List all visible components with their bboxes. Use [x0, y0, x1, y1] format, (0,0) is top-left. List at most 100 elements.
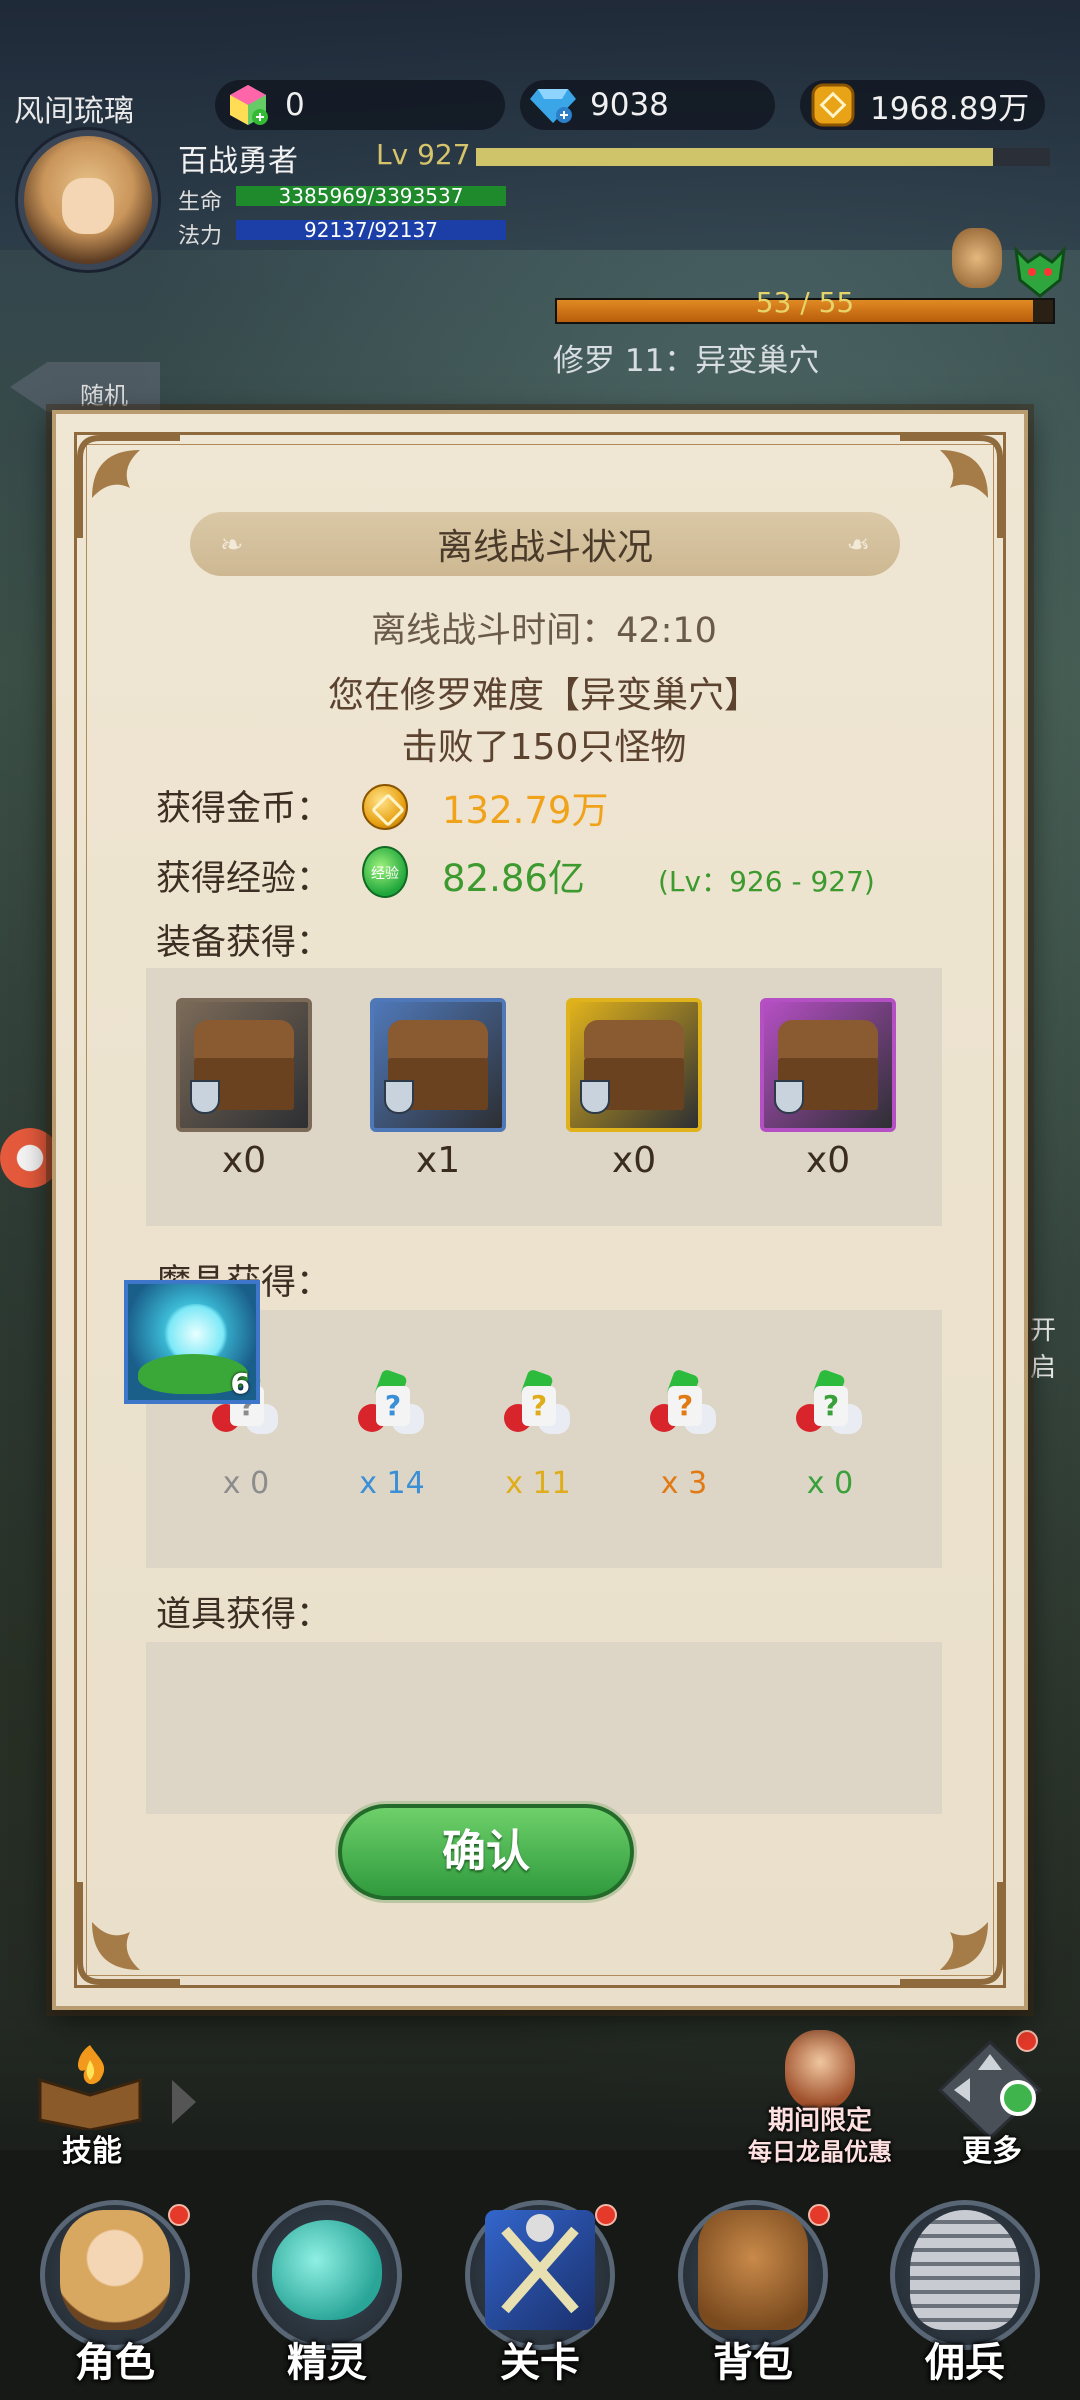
exp-reward-label: 获得经验： — [156, 859, 332, 899]
side-open-label[interactable]: 开启 — [1030, 1310, 1080, 1384]
corner-ornament-icon — [70, 428, 190, 548]
nav-merc-label: 佣兵 — [925, 2340, 1005, 2386]
defeat-desc-line2: 击败了150只怪物 — [401, 727, 687, 768]
treasure-chest-icon[interactable] — [760, 998, 896, 1132]
shield-icon — [580, 1080, 610, 1114]
corner-ornament-icon — [890, 1872, 1010, 1992]
mp-label: 法力 — [178, 224, 223, 249]
title-right-ornament-icon: ❧ — [846, 528, 870, 561]
crystal-count: x 14 — [359, 1466, 425, 1501]
diamond-icon — [530, 82, 576, 128]
treasure-chest-icon[interactable] — [566, 998, 702, 1132]
title-left-ornament-icon: ❧ — [220, 528, 244, 561]
role-notify-dot — [168, 2204, 190, 2226]
gold-resource[interactable]: 1968.89万 — [800, 80, 1045, 130]
nav-stage-label: 关卡 — [500, 2340, 580, 2386]
knight-helmet-icon — [910, 2210, 1020, 2330]
equip-reward-label: 装备获得： — [156, 923, 332, 963]
shield-icon — [774, 1080, 804, 1114]
random-back-tab[interactable]: 随机 — [10, 362, 160, 412]
chest-lid — [388, 1020, 488, 1060]
question-mark-icon: ? — [814, 1386, 848, 1426]
limited-label-2: 每日龙晶优惠 — [748, 2138, 892, 2166]
diamond-value: 9038 — [590, 87, 669, 123]
question-mark-icon: ? — [376, 1386, 410, 1426]
item-count: 6 — [230, 1367, 250, 1400]
item-panel — [146, 1642, 942, 1814]
player-avatar[interactable] — [18, 130, 158, 270]
mp-bar: 92137/92137 — [236, 220, 506, 240]
crystal-count: x 11 — [505, 1466, 571, 1501]
defeat-desc-line1: 您在修罗难度【异变巢穴】 — [327, 675, 760, 716]
chest-count: x0 — [611, 1140, 657, 1181]
side-event-icon[interactable] — [0, 1128, 60, 1188]
rainbow-gem-icon — [225, 82, 271, 128]
stage-progress-text: 53 / 55 — [755, 286, 855, 319]
offline-battle-dialog: ❧ 离线战斗状况 ❧ 离线战斗时间：42:10 您在修罗难度【异变巢穴】 击败了… — [52, 410, 1028, 2010]
nav-bag[interactable]: 背包 — [658, 2190, 848, 2400]
bag-notify-dot — [808, 2204, 830, 2226]
player-title: 百战勇者 — [178, 144, 298, 179]
item-reward-label: 道具获得： — [156, 1595, 332, 1635]
skill-label: 技能 — [62, 2134, 122, 2169]
role-portrait-icon — [60, 2210, 170, 2330]
hero-mini-icon — [952, 228, 1002, 288]
gold-reward-label: 获得金币： — [156, 789, 332, 829]
chest-lid — [584, 1020, 684, 1060]
shield-icon — [190, 1080, 220, 1114]
stage-notify-dot — [595, 2204, 617, 2226]
corner-ornament-icon — [890, 428, 1010, 548]
crystal-resource[interactable]: 0 — [215, 80, 505, 130]
confirm-button[interactable]: 确认 — [338, 1804, 634, 1900]
crystal-count: x 0 — [222, 1466, 270, 1501]
magic-crystal-icon[interactable]: ? — [498, 1368, 578, 1450]
magic-crystal-icon[interactable]: ? — [790, 1368, 870, 1450]
exp-orb-icon: 经验 — [362, 846, 408, 898]
nav-role-label: 角色 — [75, 2340, 155, 2386]
level-progress-bar — [476, 148, 1050, 166]
heroine-portrait-icon — [785, 2030, 855, 2110]
question-mark-icon: ? — [522, 1386, 556, 1426]
magic-crystal-icon[interactable]: ? — [644, 1368, 724, 1450]
crystal-value: 0 — [285, 87, 305, 123]
nav-merc[interactable]: 佣兵 — [870, 2190, 1060, 2400]
magic-crystal-icon[interactable]: ? — [352, 1368, 432, 1450]
treasure-chest-icon[interactable] — [370, 998, 506, 1132]
hp-label: 生命 — [178, 190, 223, 215]
level-progress-fill — [476, 148, 993, 166]
corner-ornament-icon — [70, 1872, 190, 1992]
crossed-swords-icon — [485, 2210, 595, 2330]
nav-bag-label: 背包 — [713, 2340, 793, 2386]
nav-spirit[interactable]: 精灵 — [232, 2190, 422, 2400]
offline-time: 离线战斗时间：42:10 — [371, 611, 717, 651]
dialog-title-bar: ❧ 离线战斗状况 ❧ — [190, 512, 900, 576]
chest-count: x0 — [221, 1140, 267, 1181]
potion-item-slot[interactable]: 6 — [124, 1280, 260, 1404]
shield-icon — [384, 1080, 414, 1114]
question-mark-icon: ? — [668, 1386, 702, 1426]
gold-coin-icon — [810, 82, 856, 128]
stage-name: 修罗 11：异变巢穴 — [553, 343, 820, 379]
gold-reward-value: 132.79万 — [442, 789, 609, 832]
exp-level-range: (Lv：926 - 927) — [658, 865, 875, 898]
more-arrows-icon — [937, 2039, 1043, 2141]
gold-value: 1968.89万 — [870, 90, 1030, 127]
spirit-slime-icon — [272, 2220, 382, 2320]
hp-bar: 3385969/3393537 — [236, 186, 506, 206]
gold-coin-icon — [362, 784, 408, 830]
crystal-count: x 0 — [806, 1466, 854, 1501]
arrow-right-icon — [172, 2080, 196, 2124]
crystal-count: x 3 — [660, 1466, 708, 1501]
player-level: Lv 927 — [376, 138, 471, 171]
treasure-chest-icon[interactable] — [176, 998, 312, 1132]
skill-book-icon — [38, 2045, 142, 2132]
chest-count: x1 — [415, 1140, 461, 1181]
nav-role[interactable]: 角色 — [20, 2190, 210, 2400]
exp-reward-value: 82.86亿 — [442, 857, 585, 900]
backpack-icon — [698, 2210, 808, 2330]
chest-lid — [778, 1020, 878, 1060]
dialog-title: 离线战斗状况 — [436, 527, 653, 568]
nav-stage[interactable]: 关卡 — [445, 2190, 635, 2400]
more-label: 更多 — [962, 2134, 1022, 2169]
diamond-resource[interactable]: 9038 — [520, 80, 775, 130]
